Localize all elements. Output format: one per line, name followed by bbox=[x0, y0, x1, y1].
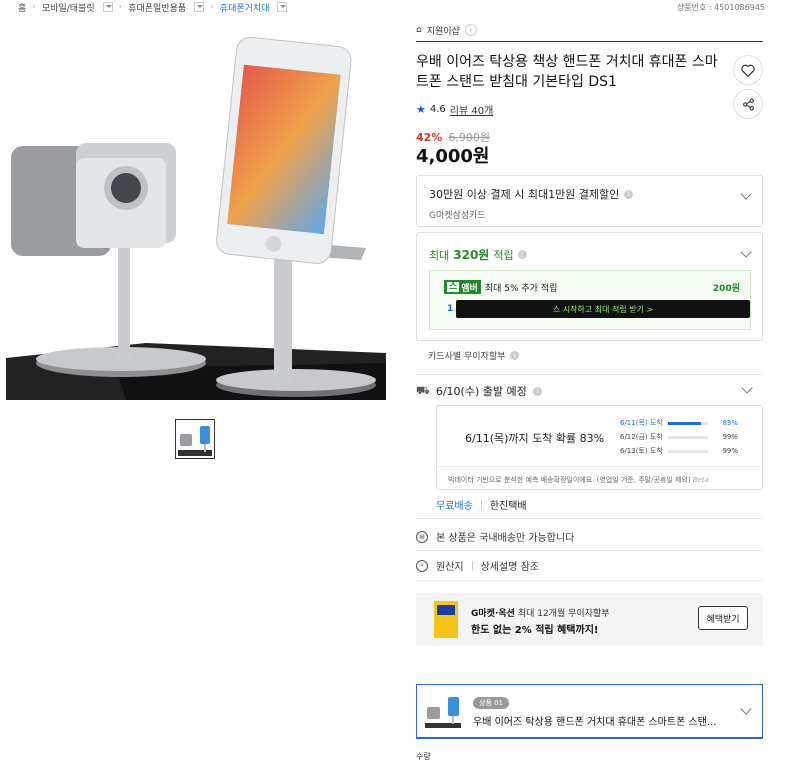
card-discount-subtitle: G마켓삼성카드 bbox=[429, 211, 486, 221]
promo-banner: G마켓·옥션 최대 12개월 무이자할부 한도 없는 2% 적립 혜택까지! 혜… bbox=[416, 593, 763, 646]
info-icon[interactable]: i bbox=[532, 386, 542, 396]
club-step-number: 1 bbox=[447, 304, 454, 314]
prediction-date: 6/13(토) 도착 bbox=[620, 447, 663, 455]
card-logo bbox=[434, 601, 458, 638]
shipping-depart: 6/10(수) 출발 예정 bbox=[435, 385, 527, 398]
breadcrumb-accessories[interactable]: 휴대폰일반용품 bbox=[128, 1, 186, 14]
prediction-rows: 6/11(목) 도착 83% 6/12(금) 도착 99% 6/13(토) 도착 99% bbox=[620, 416, 750, 458]
carrier: 한진택배 bbox=[489, 501, 527, 512]
option-name: 우배 이어즈 탁상용 핸드폰 거치대 휴대폰 스마트폰 스탠... bbox=[473, 717, 717, 728]
points-panel: 최대 320원 적립 i 스 멤버 최대 5% 추가 적립 200원 1 스 시… bbox=[416, 232, 763, 341]
origin-row: ⌕ 원산지 상세설명 참조 bbox=[416, 558, 763, 573]
info-icon[interactable]: i bbox=[624, 189, 634, 199]
beta-label: Beta bbox=[692, 476, 709, 484]
club-points: 200원 bbox=[712, 283, 740, 294]
points-amount: 320원 bbox=[453, 248, 490, 262]
globe-icon: ⊕ bbox=[416, 530, 428, 543]
prediction-percent: 99% bbox=[722, 433, 738, 441]
review-link[interactable]: 리뷰 40개 bbox=[450, 102, 494, 117]
benefit-button[interactable]: 혜택받기 bbox=[698, 606, 748, 630]
home-icon: ⌂ bbox=[416, 25, 422, 35]
prediction-bar bbox=[668, 449, 708, 453]
card-discount-panel[interactable]: 30만원 이상 결제 시 최대1만원 결제할인 i G마켓삼성카드 bbox=[416, 175, 763, 227]
free-shipping: 무료배송 bbox=[436, 501, 473, 512]
delivery-prediction: 6/11(목)까지 도착 확률 83% 6/11(목) 도착 83% 6/12(금)… bbox=[436, 405, 763, 490]
prediction-percent: 83% bbox=[722, 419, 738, 427]
shipping-header[interactable]: ⛟ 6/10(수) 출발 예정 i bbox=[416, 383, 763, 399]
shop-name: 지원이샵 bbox=[426, 26, 460, 37]
info-icon[interactable]: i bbox=[510, 351, 520, 360]
prediction-date: 6/11(목) 도착 bbox=[620, 419, 663, 427]
divider bbox=[416, 518, 763, 519]
product-main-image bbox=[6, 18, 386, 400]
points-suffix: 적립 bbox=[493, 248, 514, 262]
rating: ★ 4.6 리뷰 40개 bbox=[416, 102, 763, 117]
dropdown-icon[interactable] bbox=[102, 2, 113, 12]
breadcrumb: 홈 › 모바일/태블릿 › 휴대폰일반용품 › 휴대폰거치대 bbox=[18, 0, 288, 14]
option-tag: 상품 01 bbox=[473, 697, 510, 709]
divider bbox=[416, 550, 763, 551]
truck-icon: ⛟ bbox=[416, 383, 430, 397]
divider bbox=[416, 374, 763, 375]
product-title: 우배 이어즈 탁상용 책상 핸드폰 거치대 휴대폰 스마트폰 스탠드 받침대 기… bbox=[416, 54, 718, 90]
domestic-only-row: ⊕ 본 상품은 국내배송만 가능합니다 bbox=[416, 529, 763, 544]
breadcrumb-home[interactable]: 홈 bbox=[18, 1, 26, 14]
chevron-down-icon[interactable] bbox=[740, 703, 752, 715]
sale-price: 4,000원 bbox=[416, 146, 490, 167]
card-discount-title: 30만원 이상 결제 시 최대1만원 결제할인 bbox=[429, 188, 620, 201]
installment-info[interactable]: 카드사별 무이자할부 i bbox=[428, 349, 520, 362]
divider bbox=[416, 580, 763, 581]
shop-link[interactable]: ⌂ 지원이샵 › bbox=[416, 22, 763, 38]
dropdown-icon[interactable] bbox=[277, 2, 288, 12]
club-join-button[interactable]: 스 시작하고 최대 적립 받기 > bbox=[456, 300, 750, 318]
prediction-date: 6/12(금) 도착 bbox=[620, 433, 663, 441]
origin-label: 원산지 bbox=[436, 562, 464, 573]
prediction-bar bbox=[668, 435, 708, 439]
product-thumbnail[interactable] bbox=[175, 419, 215, 459]
chevron-right-icon: › bbox=[118, 2, 123, 12]
divider bbox=[480, 499, 482, 510]
banner-line2: 한도 없는 2% 적립 혜택까지! bbox=[471, 625, 599, 636]
club-badge: 스 멤버 bbox=[444, 280, 481, 294]
prediction-main: 6/11(목)까지 도착 확률 83% bbox=[465, 432, 605, 445]
prediction-bar bbox=[668, 421, 708, 425]
divider bbox=[416, 41, 763, 42]
prediction-bar-fill bbox=[668, 421, 702, 425]
chevron-down-icon[interactable] bbox=[740, 246, 752, 258]
delivery-info: 무료배송 한진택배 bbox=[436, 497, 527, 512]
rating-value: 4.6 bbox=[429, 104, 446, 115]
wishlist-button[interactable] bbox=[733, 55, 763, 85]
installment-label: 카드사별 무이자할부 bbox=[428, 352, 506, 362]
prediction-note: 빅데이터 기반으로 분석한 예측 배송확정일이에요. (영업일 기준, 주말/공… bbox=[437, 466, 762, 485]
breadcrumb-holders[interactable]: 휴대폰거치대 bbox=[220, 1, 270, 14]
star-icon: ★ bbox=[416, 103, 426, 116]
search-icon: ⌕ bbox=[416, 559, 428, 572]
points-header[interactable]: 최대 320원 적립 i bbox=[429, 246, 527, 263]
chevron-right-icon: › bbox=[210, 2, 214, 12]
origin-value: 상세설명 참조 bbox=[480, 562, 539, 573]
chevron-right-icon: › bbox=[464, 24, 477, 36]
prediction-percent: 99% bbox=[722, 447, 738, 455]
points-prefix: 최대 bbox=[429, 248, 450, 262]
prediction-row: 6/11(목) 도착 83% bbox=[620, 416, 750, 430]
divider bbox=[471, 560, 473, 571]
chevron-right-icon: › bbox=[32, 2, 36, 12]
breadcrumb-mobile[interactable]: 모바일/태블릿 bbox=[42, 1, 95, 14]
domestic-only-text: 본 상품은 국내배송만 가능합니다 bbox=[436, 533, 575, 544]
quantity-label: 수량 bbox=[416, 752, 431, 761]
club-benefit-box: 스 멤버 최대 5% 추가 적립 200원 1 스 시작하고 최대 적립 받기 … bbox=[429, 270, 751, 330]
prediction-row: 6/13(토) 도착 99% bbox=[620, 444, 750, 458]
club-text: 최대 5% 추가 적립 bbox=[484, 283, 558, 294]
product-number: 상품번호 : 4501086945 bbox=[676, 3, 765, 12]
option-selector[interactable]: 상품 01 우배 이어즈 탁상용 핸드폰 거치대 휴대폰 스마트폰 스탠... bbox=[416, 684, 763, 739]
dropdown-icon[interactable] bbox=[194, 2, 205, 12]
prediction-row: 6/12(금) 도착 99% bbox=[620, 430, 750, 444]
option-thumbnail bbox=[423, 692, 463, 732]
heart-icon bbox=[741, 64, 755, 77]
banner-line1: G마켓·옥션 최대 12개월 무이자할부 bbox=[471, 609, 610, 619]
info-icon[interactable]: i bbox=[517, 250, 527, 259]
